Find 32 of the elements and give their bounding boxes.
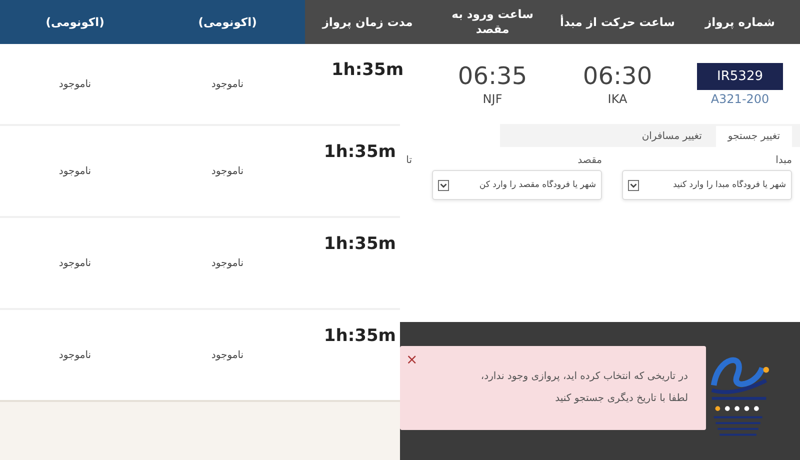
close-button[interactable]: × [403,352,421,368]
column-header: مدت زمان پرواز [305,0,430,44]
field-label: مقصد [576,155,602,166]
flight-duration: 1h:35m [324,234,396,254]
fare-status: ناموجود [58,258,92,268]
tab[interactable]: تغییر جستجو [716,126,792,147]
fare-status: ناموجود [211,350,244,360]
flight-duration: 1h:35m [331,60,404,80]
arrival-time: 06:35 [458,62,528,90]
column-header: ساعت حرکت از مبدأ [555,0,680,44]
fare-status: ناموجود [211,166,244,176]
fare-status: ناموجود [211,258,244,268]
fare-status: ناموجود [211,78,244,90]
destination-code: NJF [482,92,502,106]
fare-status: ناموجود [58,78,92,90]
column-header: (اکونومی) [0,0,150,44]
aircraft-type: A321-200 [710,92,770,106]
dropdown-icon [628,180,639,191]
flight-duration: 1h:35m [324,142,396,162]
dropdown-icon [438,180,449,191]
column-header: (اکونومی) [150,0,305,44]
fare-status: ناموجود [58,350,92,360]
origin-code: IKA [608,92,628,106]
field-label: تا [406,155,412,168]
departure-time: 06:30 [582,62,652,90]
fare-status: ناموجود [58,166,92,176]
flight-number-badge: IR5329 [697,62,783,90]
field-label: مبدا [774,155,792,166]
alert-message: در تاریخی که انتخاب کرده اید، پروازی وجود ندارد، لطفا با تاریخ دیگری جستجو کنید [480,370,688,406]
column-header: شماره پرواز [680,0,800,44]
flight-duration: 1h:35m [324,326,396,346]
column-header: ساعت ورود به مقصد [430,0,555,44]
